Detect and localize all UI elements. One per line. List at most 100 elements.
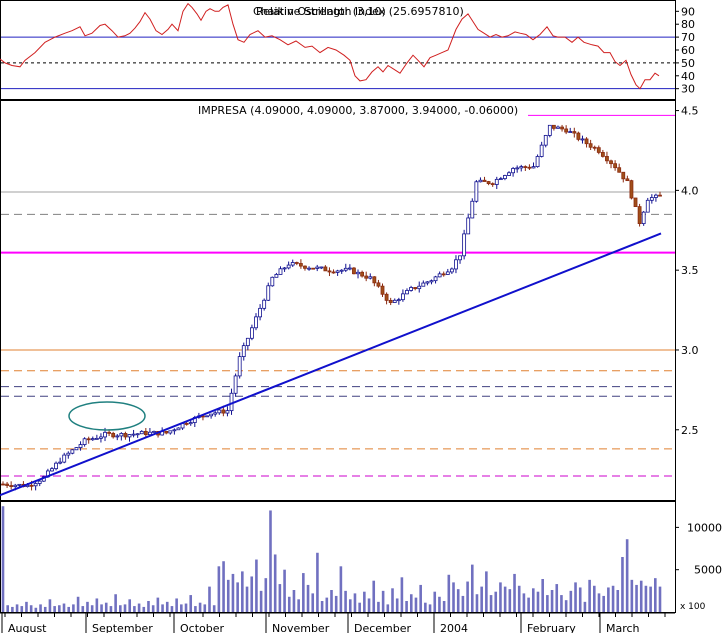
candle-body — [327, 270, 332, 273]
volume-bar — [649, 586, 652, 612]
volume-bar — [114, 594, 117, 612]
candle-body — [600, 152, 605, 157]
month-label: November — [272, 622, 330, 633]
candle-body — [474, 181, 479, 202]
candle-body — [470, 200, 475, 219]
candle-body — [107, 431, 111, 434]
volume-bar — [39, 604, 42, 612]
rsi-title: Relative Strength Index (25.6957810) — [256, 5, 464, 18]
candle-body — [258, 307, 262, 318]
candle-body — [339, 269, 344, 272]
candle-body — [617, 167, 622, 173]
volume-bar — [438, 596, 441, 612]
volume-bar — [72, 604, 75, 612]
candle-body — [82, 438, 87, 445]
volume-bar — [156, 597, 160, 612]
candle-body — [376, 282, 381, 287]
price-panel: 2.5 3.0 3.5 4.0 4.5 IMPRESA (4.09000, 4.0900… — [0, 100, 699, 501]
volume-bar — [194, 606, 197, 612]
candle-body — [356, 271, 360, 275]
volume-bar — [325, 597, 329, 612]
volume-bar — [433, 591, 437, 612]
candle-body — [441, 273, 446, 276]
volume-bar — [311, 593, 315, 612]
candle-body — [66, 452, 71, 456]
candle-body — [278, 268, 283, 275]
volume-bar — [81, 606, 85, 612]
candle-body — [409, 287, 413, 291]
candle-body — [498, 178, 503, 181]
candle-body — [405, 290, 409, 295]
volume-bar — [48, 599, 52, 612]
candle-body — [86, 438, 91, 441]
volume-bar — [104, 602, 108, 612]
volume-bar — [442, 601, 446, 612]
candle-body — [62, 454, 67, 463]
volume-bar — [90, 605, 94, 612]
volume-bar — [189, 595, 193, 612]
candle-body — [641, 211, 646, 225]
candle-body — [584, 138, 589, 145]
candle-body — [507, 172, 511, 176]
candle-body — [437, 273, 442, 278]
candle-body — [364, 275, 369, 279]
volume-bar — [53, 606, 56, 612]
candle-body — [535, 156, 540, 168]
candle-body — [478, 179, 483, 183]
month-label: March — [606, 622, 640, 633]
candle-body — [237, 356, 242, 377]
candle-body — [490, 183, 495, 186]
candle-body — [564, 128, 569, 133]
rsi-tick-label: 60 — [681, 44, 695, 57]
candle-body — [331, 271, 336, 274]
candle-body — [605, 156, 609, 162]
volume-bar — [456, 589, 460, 612]
volume-tick-label: 10000 — [687, 521, 722, 534]
candle-body — [209, 413, 214, 417]
candle-body — [527, 166, 532, 169]
volume-bar — [212, 605, 216, 612]
candle-body — [335, 270, 340, 273]
volume-bar — [372, 580, 376, 612]
volume-bar — [405, 601, 408, 612]
candle-body — [560, 126, 564, 130]
rsi-panel: 30405060708090 Chaikin Oscillator (3,10)… — [0, 0, 695, 100]
candle-body — [494, 178, 499, 185]
volume-bar — [550, 590, 554, 612]
volume-bar — [597, 593, 601, 612]
volume-bar — [264, 578, 268, 612]
candle-body — [37, 480, 42, 484]
candle-body — [90, 438, 95, 441]
candle-body — [225, 410, 230, 414]
candle-body — [50, 468, 54, 472]
candle-body — [633, 197, 638, 208]
volume-bar — [137, 603, 141, 612]
candle-body — [380, 285, 385, 295]
volume-bar — [133, 606, 136, 612]
month-label: October — [180, 622, 224, 633]
candle-body — [572, 131, 577, 134]
volume-bar — [536, 591, 540, 612]
volume-bar — [363, 591, 366, 612]
volume-bar — [602, 595, 605, 612]
candle-body — [552, 124, 556, 129]
candle-body — [17, 483, 22, 486]
price-y-axis: 2.5 3.0 3.5 4.0 4.5 — [675, 105, 699, 437]
volume-bar — [269, 510, 272, 612]
volume-bar — [11, 606, 14, 612]
volume-bar — [43, 606, 47, 612]
volume-bar — [198, 602, 202, 612]
candle-body — [580, 138, 585, 141]
candle-body — [229, 392, 234, 412]
candle-body — [5, 483, 9, 486]
volume-bar — [583, 601, 587, 612]
candle-body — [433, 276, 438, 282]
candle-body — [286, 264, 291, 269]
candle-body — [401, 293, 405, 301]
candle-body — [74, 447, 79, 451]
candle-body — [613, 163, 618, 169]
candle-body — [103, 431, 107, 438]
volume-bar — [517, 585, 521, 612]
candle-body — [458, 255, 462, 261]
candle-body — [658, 194, 662, 197]
